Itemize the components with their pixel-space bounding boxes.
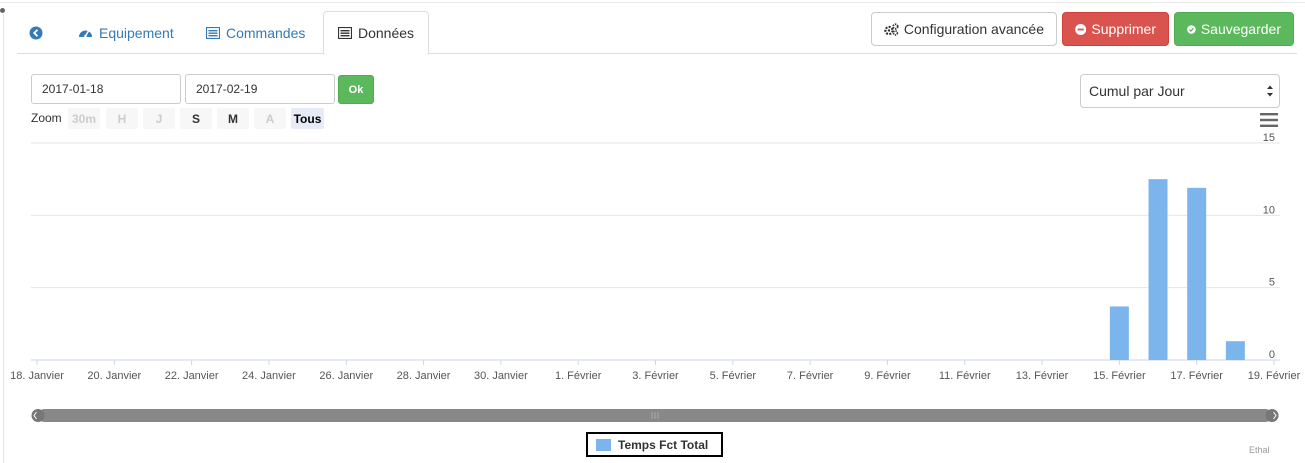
x-tick-label: 30. Janvier [474, 370, 528, 382]
bar-2017-02-16 [1148, 179, 1168, 360]
y-tick-label: 0 [1269, 349, 1275, 361]
x-tick-label: 13. Février [1016, 370, 1069, 382]
x-tick-label: 17. Février [1170, 370, 1223, 382]
x-tick-label: 28. Janvier [397, 370, 451, 382]
x-tick-label: 11. Février [939, 370, 991, 382]
x-tick-label: 1. Février [555, 370, 602, 382]
legend-swatch [596, 438, 611, 451]
x-tick-label: 3. Février [632, 370, 679, 382]
y-tick-label: 5 [1269, 277, 1275, 289]
bar-2017-02-15 [1109, 306, 1129, 360]
x-tick-label: 7. Février [787, 370, 834, 382]
bar-2017-02-18 [1225, 341, 1245, 360]
equipment-data-page: { "tabs": { "back_icon": "arrow-circle-l… [0, 0, 1305, 463]
x-tick-label: 9. Février [864, 370, 911, 382]
x-tick-label: 24. Janvier [242, 370, 296, 382]
chart-canvas: 0 5 10 15 18. Janvier 20. Janvier 22. Janvier 2… [10, 132, 1301, 422]
x-tick-label: 15. Février [1093, 370, 1146, 382]
x-tick-label: 19. Février [1248, 370, 1301, 382]
legend-label: Temps Fct Total [618, 437, 709, 452]
y-tick-label: 10 [1263, 204, 1275, 216]
x-tick-label: 22. Janvier [165, 370, 219, 382]
x-tick-label: 20. Janvier [87, 370, 141, 382]
x-tick-label: 18. Janvier [10, 370, 64, 382]
x-tick-label: 26. Janvier [319, 370, 373, 382]
bar-2017-02-17 [1187, 187, 1207, 360]
legend-item-temps-fct-total[interactable]: Temps Fct Total [586, 432, 723, 457]
x-tick-label: 5. Février [710, 370, 757, 382]
chart-credits: Ethal [1249, 445, 1270, 455]
y-tick-label: 15 [1263, 132, 1275, 144]
